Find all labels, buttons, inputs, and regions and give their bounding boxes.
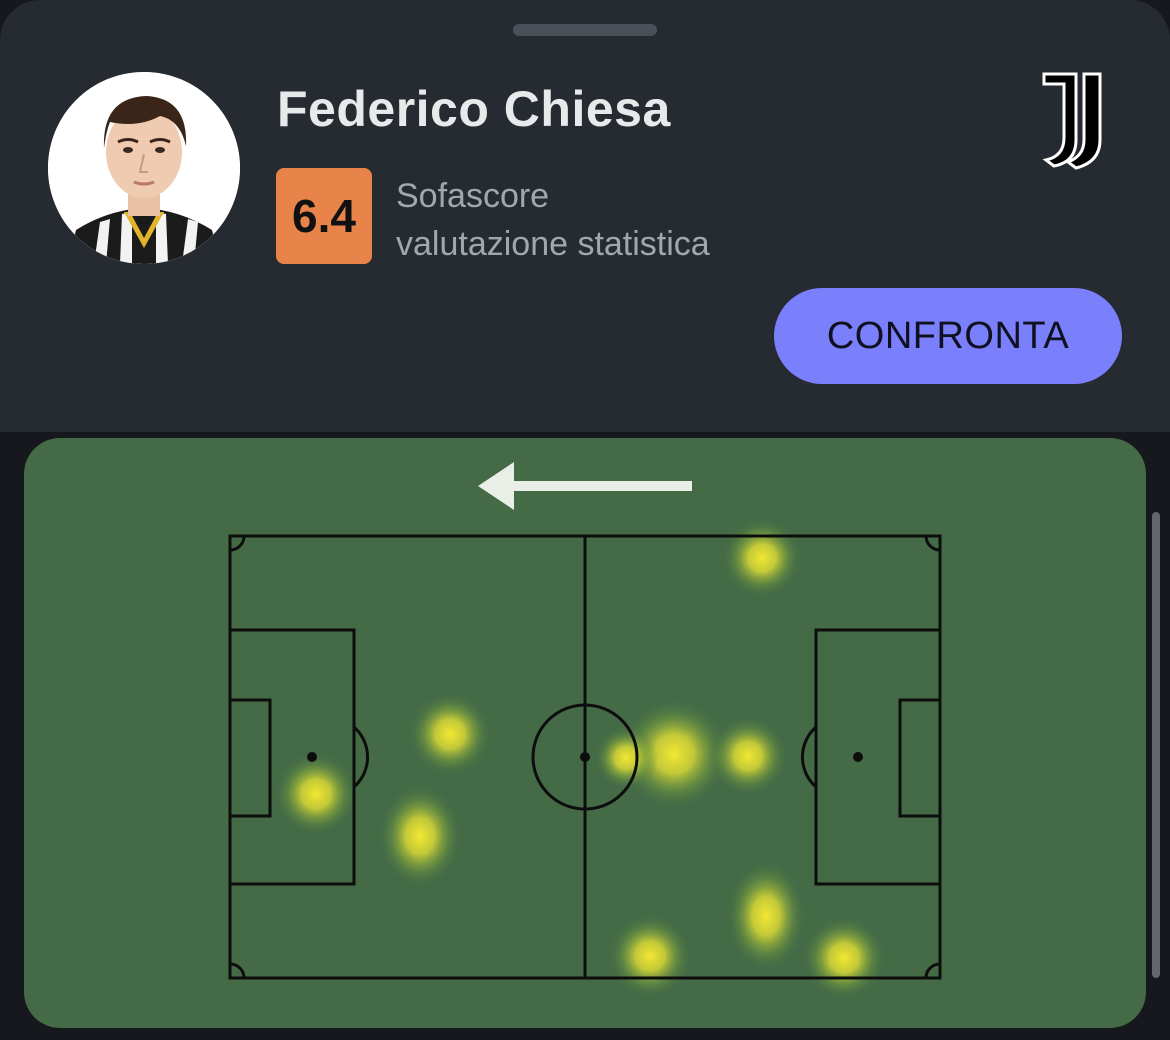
player-header-sheet: Federico Chiesa 6.4 Sofascore valutazion… bbox=[0, 0, 1170, 432]
left-penalty-spot bbox=[307, 752, 317, 762]
heat-spots bbox=[274, 518, 886, 1000]
player-photo-icon bbox=[48, 72, 240, 264]
rating-label-line2: valutazione statistica bbox=[396, 225, 710, 263]
heatmap-pitch bbox=[228, 462, 942, 1000]
rating-badge: 6.4 bbox=[276, 168, 372, 264]
center-spot bbox=[580, 752, 590, 762]
rating-label: Sofascore valutazione statistica bbox=[396, 172, 710, 268]
compare-button[interactable]: CONFRONTA bbox=[774, 288, 1122, 384]
drag-handle[interactable] bbox=[513, 24, 657, 36]
right-penalty-spot bbox=[853, 752, 863, 762]
juventus-logo-icon[interactable] bbox=[1036, 70, 1108, 170]
rating-label-line1: Sofascore bbox=[396, 177, 550, 215]
scrollbar[interactable] bbox=[1152, 512, 1160, 978]
player-name: Federico Chiesa bbox=[277, 81, 671, 137]
player-avatar bbox=[48, 72, 240, 264]
arrow-left-icon bbox=[478, 462, 692, 510]
heatmap-card bbox=[24, 438, 1146, 1028]
